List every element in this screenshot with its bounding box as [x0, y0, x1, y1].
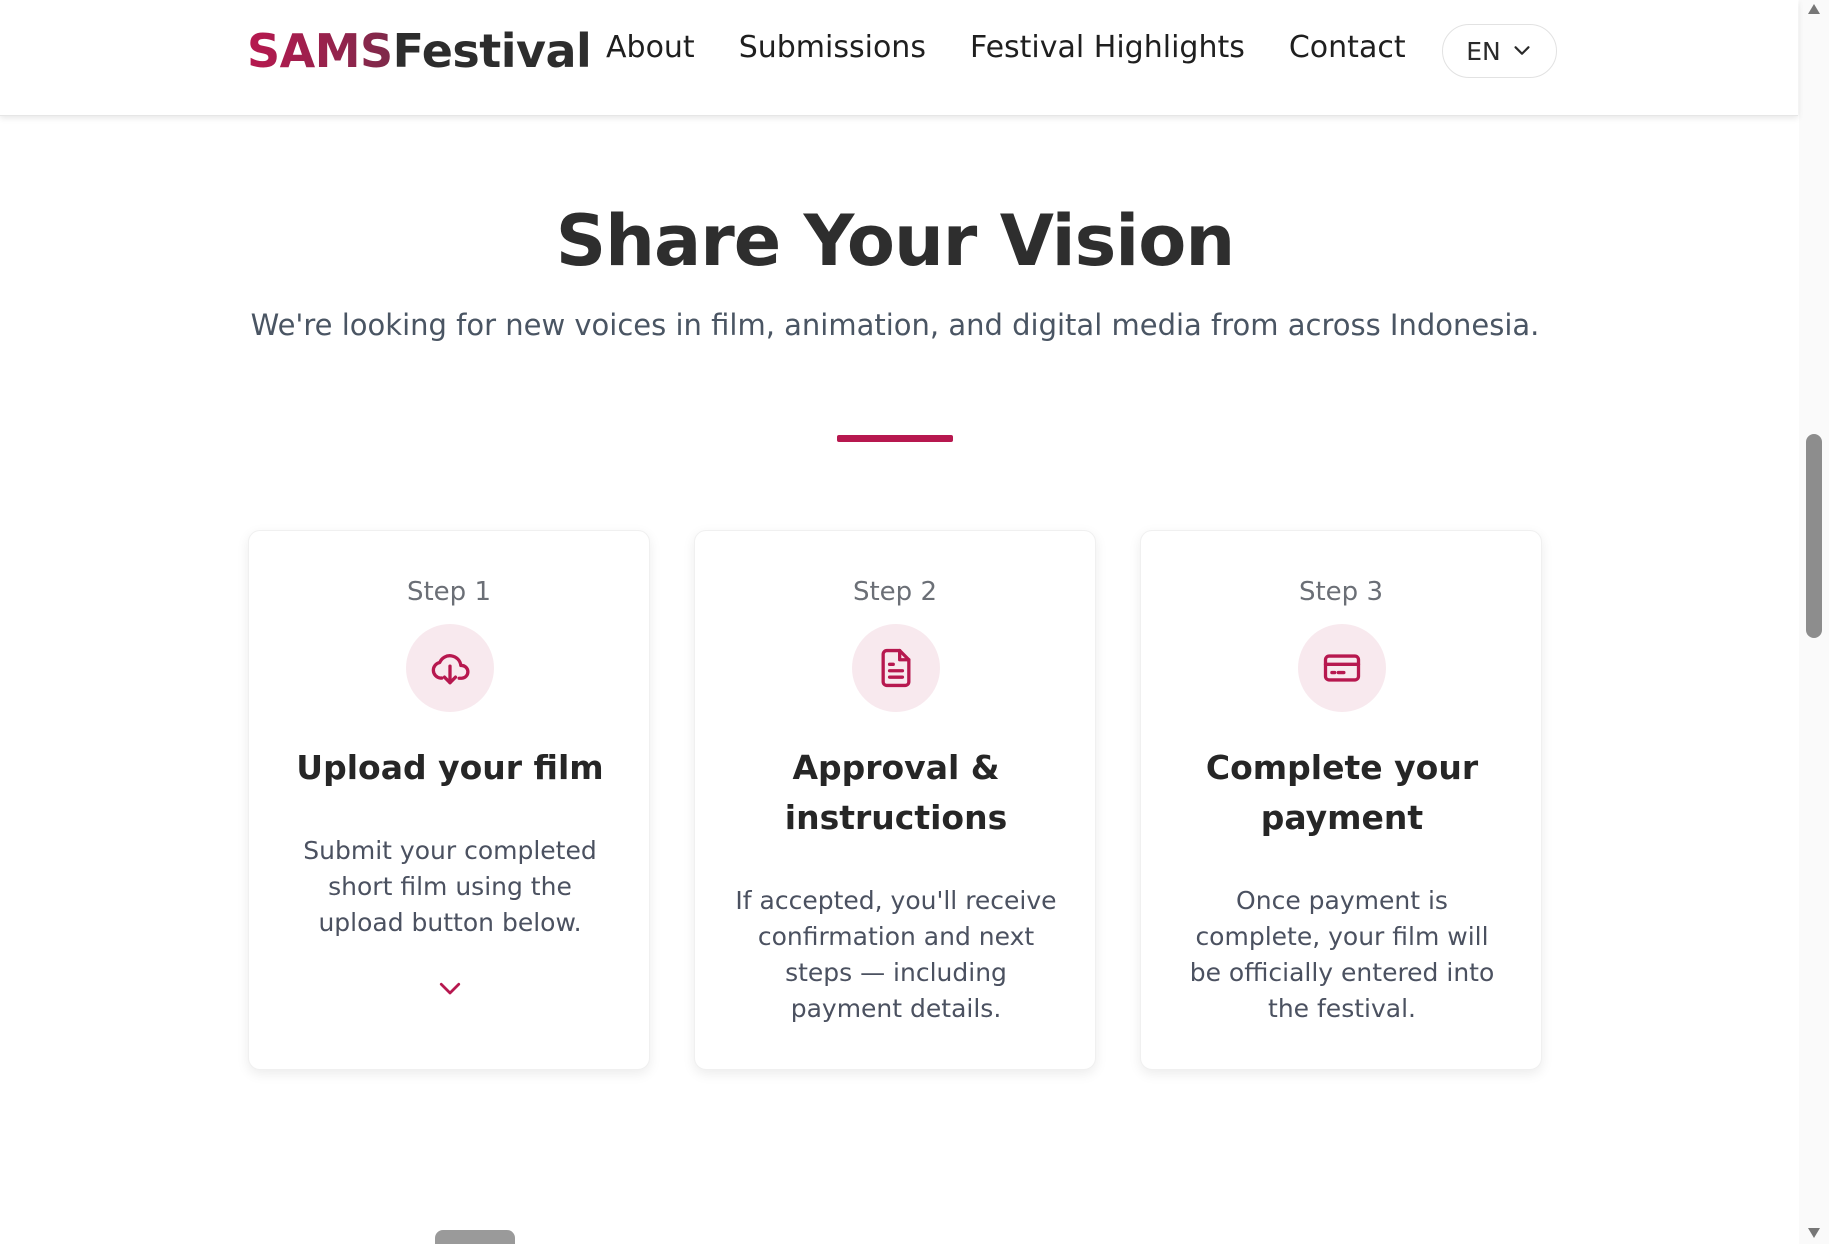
- document-icon: [852, 624, 940, 712]
- page-subtitle: We're looking for new voices in film, an…: [250, 308, 1540, 342]
- scroll-down-arrow-icon[interactable]: [1806, 1226, 1822, 1240]
- nav-contact[interactable]: Contact: [1289, 30, 1406, 65]
- chevron-down-icon: [1514, 46, 1530, 55]
- step-title: Complete your payment: [1205, 748, 1479, 837]
- site-logo[interactable]: SAMSFestival: [247, 24, 592, 78]
- main-nav: About Submissions Festival Highlights Co…: [606, 30, 1406, 65]
- logo-festival: Festival: [392, 24, 592, 78]
- nav-submissions[interactable]: Submissions: [739, 30, 926, 65]
- step-description: Submit your completed short film using t…: [303, 836, 597, 937]
- section-divider: [837, 435, 953, 442]
- step-card-3: Step 3 Complete your payment Once paymen…: [1140, 530, 1542, 1070]
- page-title: Share Your Vision: [555, 200, 1235, 282]
- step-card-2: Step 2 Approval & instructions If accept…: [694, 530, 1096, 1070]
- language-label: EN: [1466, 36, 1501, 66]
- step-label: Step 1: [406, 577, 491, 607]
- step-label: Step 3: [1298, 577, 1383, 607]
- scrollbar-thumb[interactable]: [1806, 434, 1822, 638]
- step-card-1: Step 1 Upload your film Submit your comp…: [248, 530, 650, 1070]
- bottom-handle[interactable]: [435, 1230, 515, 1244]
- logo-sams: SAMS: [247, 24, 393, 78]
- step-title: Approval & instructions: [784, 748, 1008, 837]
- language-selector[interactable]: EN: [1442, 24, 1557, 78]
- scrollbar[interactable]: [1799, 0, 1829, 1244]
- step-description: If accepted, you'll receive confirmation…: [735, 886, 1057, 1023]
- step-title: Upload your film: [296, 748, 604, 787]
- site-header: SAMSFestival About Submissions Festival …: [0, 0, 1798, 116]
- step-label: Step 2: [852, 577, 937, 607]
- cloud-download-icon: [406, 624, 494, 712]
- step-description: Once payment is complete, your film will…: [1189, 886, 1495, 1023]
- credit-card-icon: [1298, 624, 1386, 712]
- scroll-up-arrow-icon[interactable]: [1806, 2, 1822, 16]
- nav-about[interactable]: About: [606, 30, 695, 65]
- chevron-down-icon[interactable]: [435, 973, 465, 1003]
- nav-festival-highlights[interactable]: Festival Highlights: [970, 30, 1245, 65]
